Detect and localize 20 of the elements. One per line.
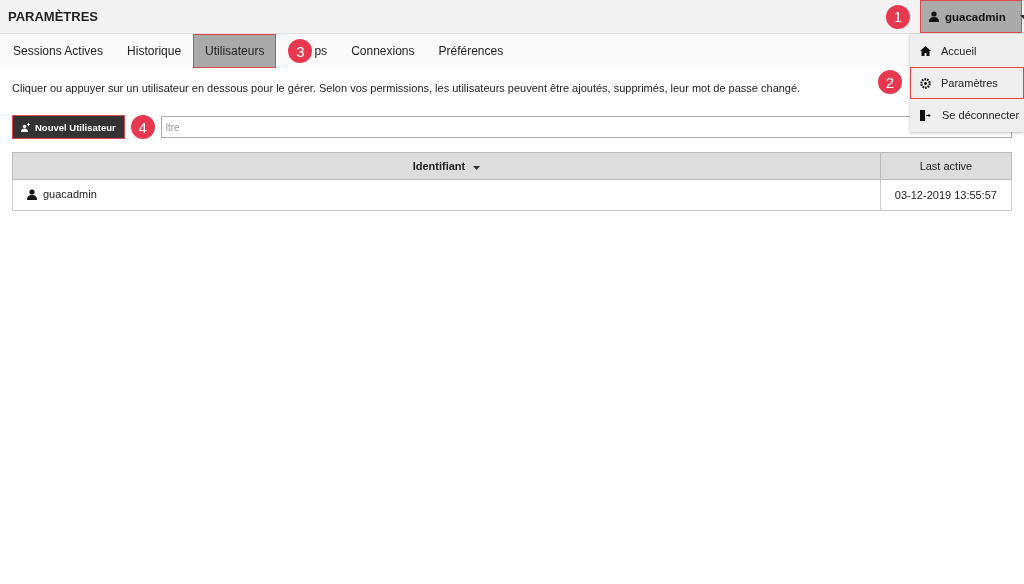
username-text: guacadmin	[43, 188, 97, 201]
column-header[interactable]: Last active	[880, 152, 1012, 180]
column-header[interactable]: Identifiant	[12, 152, 881, 180]
menu-item[interactable]: Accueil	[910, 35, 1024, 67]
user-menu-button[interactable]: guacadmin	[920, 0, 1022, 33]
callout-badge: 1	[886, 4, 910, 29]
tab[interactable]: Connexions	[339, 34, 427, 68]
callout-badge: 4	[130, 115, 155, 139]
callout-badge: 2	[878, 70, 902, 94]
menu-item[interactable]: Paramètres	[910, 67, 1024, 99]
new-user-button[interactable]: Nouvel Utilisateur	[12, 115, 125, 139]
callout-badge: 3	[288, 39, 313, 63]
table-cell: 03-12-2019 13:55:57	[880, 179, 1012, 211]
page-title: PARAMÈTRES	[8, 9, 99, 24]
tab[interactable]: ps	[312, 34, 340, 68]
tab[interactable]: Historique	[115, 34, 194, 68]
tab[interactable]: Utilisateurs	[193, 34, 277, 68]
tab[interactable]: Sessions Actives	[1, 34, 116, 68]
description-text: Cliquer ou appuyer sur un utilisateur en dessous pour le gérer. Selon vos permissions, les utilisateurs peuvent être ajoutés, supprimés, leur mot de passe changé.	[12, 81, 801, 95]
tab[interactable]: Préférences	[426, 34, 516, 68]
